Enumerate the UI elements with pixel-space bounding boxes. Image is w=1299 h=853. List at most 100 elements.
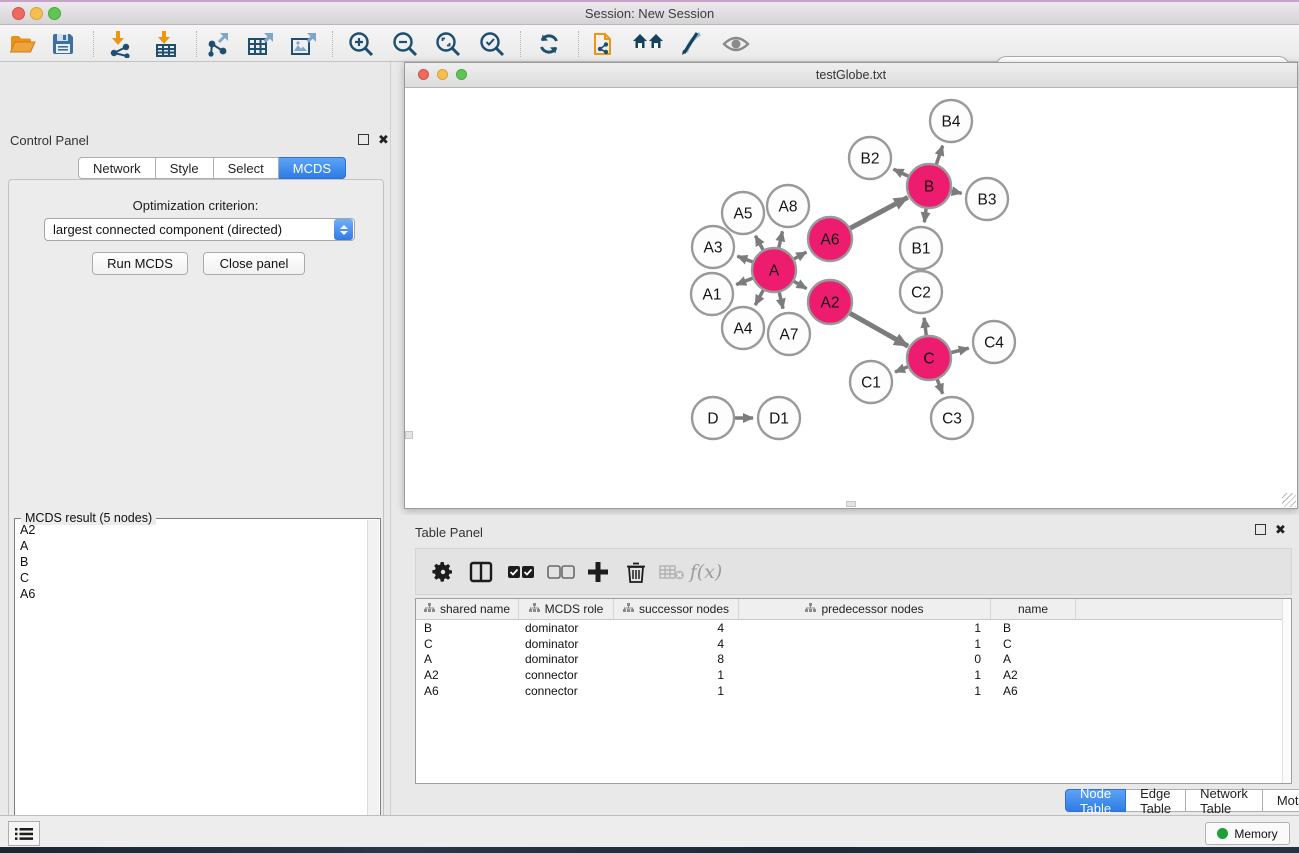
mcds-result-item[interactable]: B [16,554,367,570]
hide-graphics-details-icon[interactable] [674,29,708,59]
graph-edge-A-A6[interactable] [794,252,806,259]
graph-node-C[interactable]: C [907,336,951,380]
graph-edge-A-A3[interactable] [737,256,752,262]
table-row[interactable]: Adominator80A [416,652,1291,668]
table-scrollbar[interactable] [1282,599,1291,783]
save-session-icon[interactable] [46,29,80,59]
graph-node-D1[interactable]: D1 [758,397,800,439]
node-table[interactable]: shared nameMCDS rolesuccessor nodesprede… [415,598,1292,784]
graph-node-A4[interactable]: A4 [722,307,764,349]
graph-edge-C-C1[interactable] [895,367,908,372]
column-header-successor-nodes[interactable]: successor nodes [614,599,739,619]
graph-node-A2[interactable]: A2 [808,280,852,324]
float-table-panel-icon[interactable] [1255,524,1266,535]
zoom-fit-icon[interactable] [431,29,465,59]
graph-node-C3[interactable]: C3 [931,397,973,439]
zoom-in-icon[interactable] [344,29,378,59]
column-header-name[interactable]: name [991,599,1076,619]
graph-node-A7[interactable]: A7 [768,313,810,355]
tab-style[interactable]: Style [156,157,214,179]
table-row[interactable]: A2connector11A2 [416,667,1291,683]
column-header-MCDS-role[interactable]: MCDS role [519,599,614,619]
graph-edge-B-B4[interactable] [936,146,942,165]
graph-node-A6[interactable]: A6 [808,217,852,261]
column-header-shared-name[interactable]: shared name [416,599,519,619]
mcds-result-scrollbar[interactable] [367,520,379,853]
tab-node-table[interactable]: Node Table [1065,789,1126,812]
mcds-result-item[interactable]: A [16,538,367,554]
export-image-icon[interactable] [287,29,321,59]
close-table-panel-icon[interactable]: ✖ [1275,524,1286,535]
network-window-titlebar[interactable]: testGlobe.txt [405,63,1297,88]
tab-network[interactable]: Network [78,157,156,179]
show-hide-eye-icon[interactable] [719,29,753,59]
graph-edge-A6-B[interactable] [850,197,908,228]
graph-edge-C-C4[interactable] [951,348,968,352]
window-resize-grip[interactable] [1282,493,1296,507]
graph-edge-B-B1[interactable] [924,209,926,222]
tab-select[interactable]: Select [214,157,279,179]
network-scrollbar-fragment[interactable] [405,431,413,439]
home-legacy-icon[interactable] [631,29,665,59]
graph-edge-A-A1[interactable] [736,278,752,284]
delete-trash-icon[interactable] [620,557,652,587]
tab-motifs[interactable]: Motifs [1263,789,1299,812]
float-panel-icon[interactable] [358,134,369,145]
graph-edge-C-C3[interactable] [937,379,942,393]
graph-node-D[interactable]: D [692,397,734,439]
table-settings-gear-icon[interactable] [427,557,459,587]
import-table-icon[interactable] [149,29,183,59]
graph-edge-A-A2[interactable] [794,281,807,288]
graph-node-C2[interactable]: C2 [900,271,942,313]
refresh-icon[interactable] [532,29,566,59]
network-scrollbar-fragment[interactable] [846,501,856,507]
tab-edge-table[interactable]: Edge Table [1126,789,1186,812]
new-session-from-network-icon[interactable] [588,29,622,59]
memory-button[interactable]: Memory [1205,822,1290,845]
graph-node-C4[interactable]: C4 [973,321,1015,363]
graph-node-A1[interactable]: A1 [691,273,733,315]
import-network-icon[interactable] [103,29,137,59]
run-mcds-button[interactable]: Run MCDS [92,252,188,275]
network-graph[interactable]: B4B2BB3A5A8A6B1A3AC2A1A2A4A7C4CC1C3DD1 [406,89,1298,509]
export-table-icon[interactable] [244,29,278,59]
graph-edge-A-A8[interactable] [779,231,783,247]
graph-node-A3[interactable]: A3 [692,226,734,268]
graph-node-B3[interactable]: B3 [966,178,1008,220]
mcds-result-item[interactable]: A6 [16,586,367,602]
graph-edge-A-A7[interactable] [779,292,783,308]
mcds-result-item[interactable]: A2 [16,522,367,538]
optimization-criterion-dropdown[interactable]: largest connected component (directed) [44,218,355,241]
table-row[interactable]: Cdominator41C [416,636,1291,652]
graph-node-B1[interactable]: B1 [900,227,942,269]
graph-edge-A-A5[interactable] [755,236,763,250]
add-column-plus-icon[interactable] [582,557,614,587]
deselect-all-checkboxes-icon[interactable] [545,557,577,587]
graph-node-B4[interactable]: B4 [930,100,972,142]
table-row[interactable]: A6connector11A6 [416,683,1291,699]
graph-edge-A2-C[interactable] [850,313,908,346]
graph-node-A5[interactable]: A5 [722,192,764,234]
zoom-selected-icon[interactable] [475,29,509,59]
network-view-window[interactable]: testGlobe.txt B4B2BB3A5A8A6B1A3AC2A1A2A4… [404,62,1298,509]
graph-node-B[interactable]: B [907,164,951,208]
mcds-result-list[interactable]: A2ABCA6 [16,522,367,853]
select-all-checkboxes-icon[interactable] [505,557,537,587]
zoom-out-icon[interactable] [388,29,422,59]
task-history-list-button[interactable] [8,821,40,846]
graph-node-B2[interactable]: B2 [849,137,891,179]
graph-edge-B-B3[interactable] [951,191,961,193]
table-row[interactable]: Bdominator41B [416,620,1291,636]
close-panel-button[interactable]: Close panel [203,252,305,275]
graph-node-C1[interactable]: C1 [850,361,892,403]
column-header-predecessor-nodes[interactable]: predecessor nodes [739,599,991,619]
graph-edge-B-B2[interactable] [893,169,908,176]
toggle-column-view-icon[interactable] [465,557,497,587]
mcds-result-item[interactable]: C [16,570,367,586]
close-panel-icon[interactable]: ✖ [378,134,389,145]
export-network-icon[interactable] [202,29,236,59]
graph-node-A[interactable]: A [752,248,796,292]
graph-edge-A-A4[interactable] [755,290,763,305]
tab-mcds[interactable]: MCDS [279,157,346,179]
tab-network-table[interactable]: Network Table [1186,789,1263,812]
